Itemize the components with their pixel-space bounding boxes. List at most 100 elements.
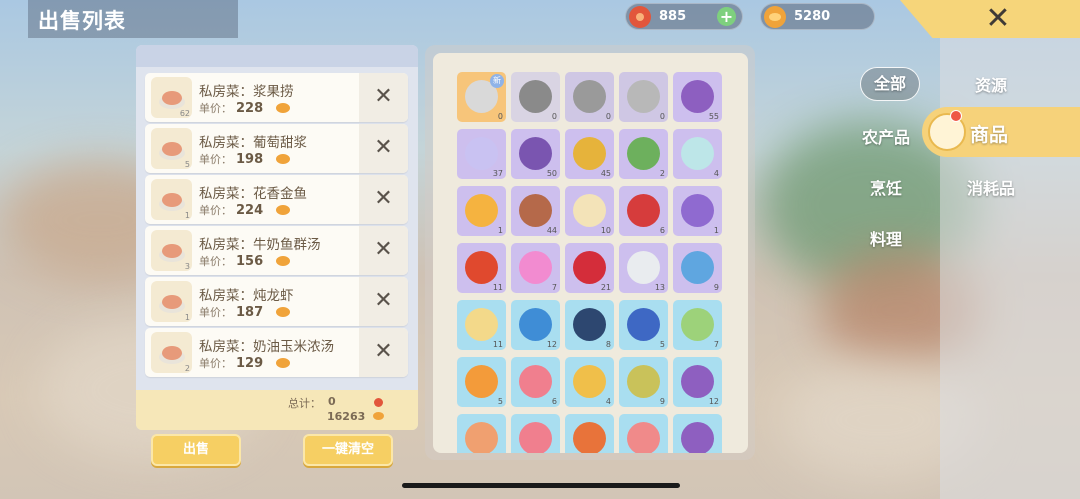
inventory-tile[interactable]: 12 — [511, 300, 560, 350]
inventory-tile[interactable]: 9 — [673, 243, 722, 293]
clear-all-button[interactable]: 一键清空 — [303, 434, 393, 466]
tile-count: 9 — [713, 283, 719, 292]
inventory-tile[interactable]: 7 — [511, 243, 560, 293]
corn-soup-icon: 2 — [151, 332, 192, 373]
octopus-icon — [627, 422, 660, 453]
seed-bag-icon — [519, 194, 552, 227]
inventory-tile[interactable]: 4 — [673, 129, 722, 179]
inventory-tile[interactable]: 13 — [619, 243, 668, 293]
inventory-tile[interactable]: 55 — [673, 72, 722, 122]
inventory-tile[interactable]: 8 — [565, 300, 614, 350]
lavender-icon — [681, 194, 714, 227]
sell-button[interactable]: 出售 — [151, 434, 241, 466]
inventory-tile[interactable]: 11 — [457, 300, 506, 350]
inventory-tile[interactable]: 37 — [457, 129, 506, 179]
item-count: 3 — [184, 262, 190, 271]
inventory-tile[interactable]: 7 — [673, 300, 722, 350]
tile-count: 11 — [492, 340, 503, 349]
item-count: 1 — [184, 313, 190, 322]
red-berry-icon — [573, 251, 606, 284]
add-gem-button[interactable]: + — [717, 7, 736, 26]
inventory-tile[interactable]: 21 — [565, 243, 614, 293]
remove-item-button[interactable]: ✕ — [359, 73, 408, 122]
price-label: 单价： — [199, 357, 232, 370]
inventory-tile[interactable]: 0 — [511, 72, 560, 122]
remove-item-button[interactable]: ✕ — [359, 175, 408, 224]
inventory-tile[interactable]: 6 — [619, 186, 668, 236]
inventory-tile[interactable] — [619, 414, 668, 453]
tab-resources[interactable]: 资源 — [975, 72, 1007, 96]
tomato-icon — [465, 251, 498, 284]
stone-icon — [627, 251, 660, 284]
berry-dessert-icon: 62 — [151, 77, 192, 118]
inventory-tile[interactable]: 0 — [565, 72, 614, 122]
tile-count: 7 — [551, 283, 557, 292]
item-price-row: 单价： 156 — [199, 253, 263, 269]
tile-count: 13 — [654, 283, 665, 292]
coin-icon — [276, 358, 290, 368]
tile-count: 5 — [659, 340, 665, 349]
remove-item-button[interactable]: ✕ — [359, 277, 408, 326]
tab-cuisine[interactable]: 料理 — [870, 226, 902, 250]
total-amount: 16263 — [327, 410, 366, 423]
inventory-tile[interactable]: 4 — [565, 357, 614, 407]
inventory-tile[interactable]: 1 — [457, 186, 506, 236]
item-price-row: 单价： 198 — [199, 151, 263, 167]
inventory-tile[interactable]: 11 — [457, 243, 506, 293]
striped-fish-icon — [627, 365, 660, 398]
tab-farm-products[interactable]: 农产品 — [862, 124, 910, 148]
tab-consumables[interactable]: 消耗品 — [967, 175, 1015, 199]
tab-all[interactable]: 全部 — [860, 67, 920, 101]
inventory-tile[interactable]: 5 — [457, 357, 506, 407]
tile-count: 0 — [551, 112, 557, 121]
sale-list-item: 5 私房菜：葡萄甜浆 单价： 198 ✕ — [145, 124, 408, 173]
tile-count: 45 — [600, 169, 611, 178]
inventory-tile[interactable] — [511, 414, 560, 453]
tile-count: 0 — [497, 112, 503, 121]
tab-goods[interactable]: 商品 — [970, 120, 1008, 147]
price-label: 单价： — [199, 306, 232, 319]
tile-count: 55 — [708, 112, 719, 121]
total-bar: 总计： 0 16263 — [136, 390, 418, 430]
blue-fish-icon — [519, 308, 552, 341]
coin-icon — [764, 5, 786, 28]
tile-count: 6 — [551, 397, 557, 406]
tab-cooking[interactable]: 烹饪 — [870, 175, 902, 199]
remove-item-button[interactable]: ✕ — [359, 226, 408, 275]
red-blue-fish-icon — [627, 308, 660, 341]
inventory-tile[interactable]: 5 — [619, 300, 668, 350]
inventory-tile[interactable]: 1 — [673, 186, 722, 236]
inventory-tile[interactable]: 9 — [619, 357, 668, 407]
inventory-tile[interactable]: 2 — [619, 129, 668, 179]
inventory-tile[interactable]: 10 — [565, 186, 614, 236]
price-label: 单价： — [199, 204, 232, 217]
inventory-tile[interactable]: 45 — [565, 129, 614, 179]
yellow-fish-icon — [573, 365, 606, 398]
item-name: 私房菜：牛奶鱼群汤 — [199, 237, 321, 253]
tile-count: 9 — [659, 397, 665, 406]
coin-counter: 5280 — [760, 3, 875, 30]
inventory-tile[interactable]: 44 — [511, 186, 560, 236]
sale-list-item: 1 私房菜：炖龙虾 单价： 187 ✕ — [145, 277, 408, 326]
inventory-tile[interactable]: 6 — [511, 357, 560, 407]
gold-ore-icon — [573, 137, 606, 170]
inventory-tile[interactable]: 0 — [619, 72, 668, 122]
item-name: 私房菜：葡萄甜浆 — [199, 135, 307, 151]
price-label: 单价： — [199, 102, 232, 115]
inventory-tile[interactable]: 0新 — [457, 72, 506, 122]
remove-item-button[interactable]: ✕ — [359, 124, 408, 173]
close-button[interactable]: ✕ — [970, 0, 1026, 38]
gem-icon — [374, 398, 383, 407]
new-badge: 新 — [490, 74, 504, 88]
inventory-tile[interactable] — [457, 414, 506, 453]
remove-item-button[interactable]: ✕ — [359, 328, 408, 377]
inventory-tile[interactable]: 12 — [673, 357, 722, 407]
inventory-tile[interactable] — [565, 414, 614, 453]
inventory-tile[interactable]: 50 — [511, 129, 560, 179]
inventory-tile[interactable] — [673, 414, 722, 453]
page-title: 出售列表 — [28, 0, 238, 38]
tile-count: 4 — [713, 169, 719, 178]
coin-icon — [373, 412, 384, 420]
coin-icon — [276, 307, 290, 317]
sale-list-panel: 62 私房菜：浆果捞 单价： 228 ✕ 5 私房菜：葡萄甜浆 单价： 198 ✕ 1 私房菜：花香金… — [136, 45, 418, 430]
